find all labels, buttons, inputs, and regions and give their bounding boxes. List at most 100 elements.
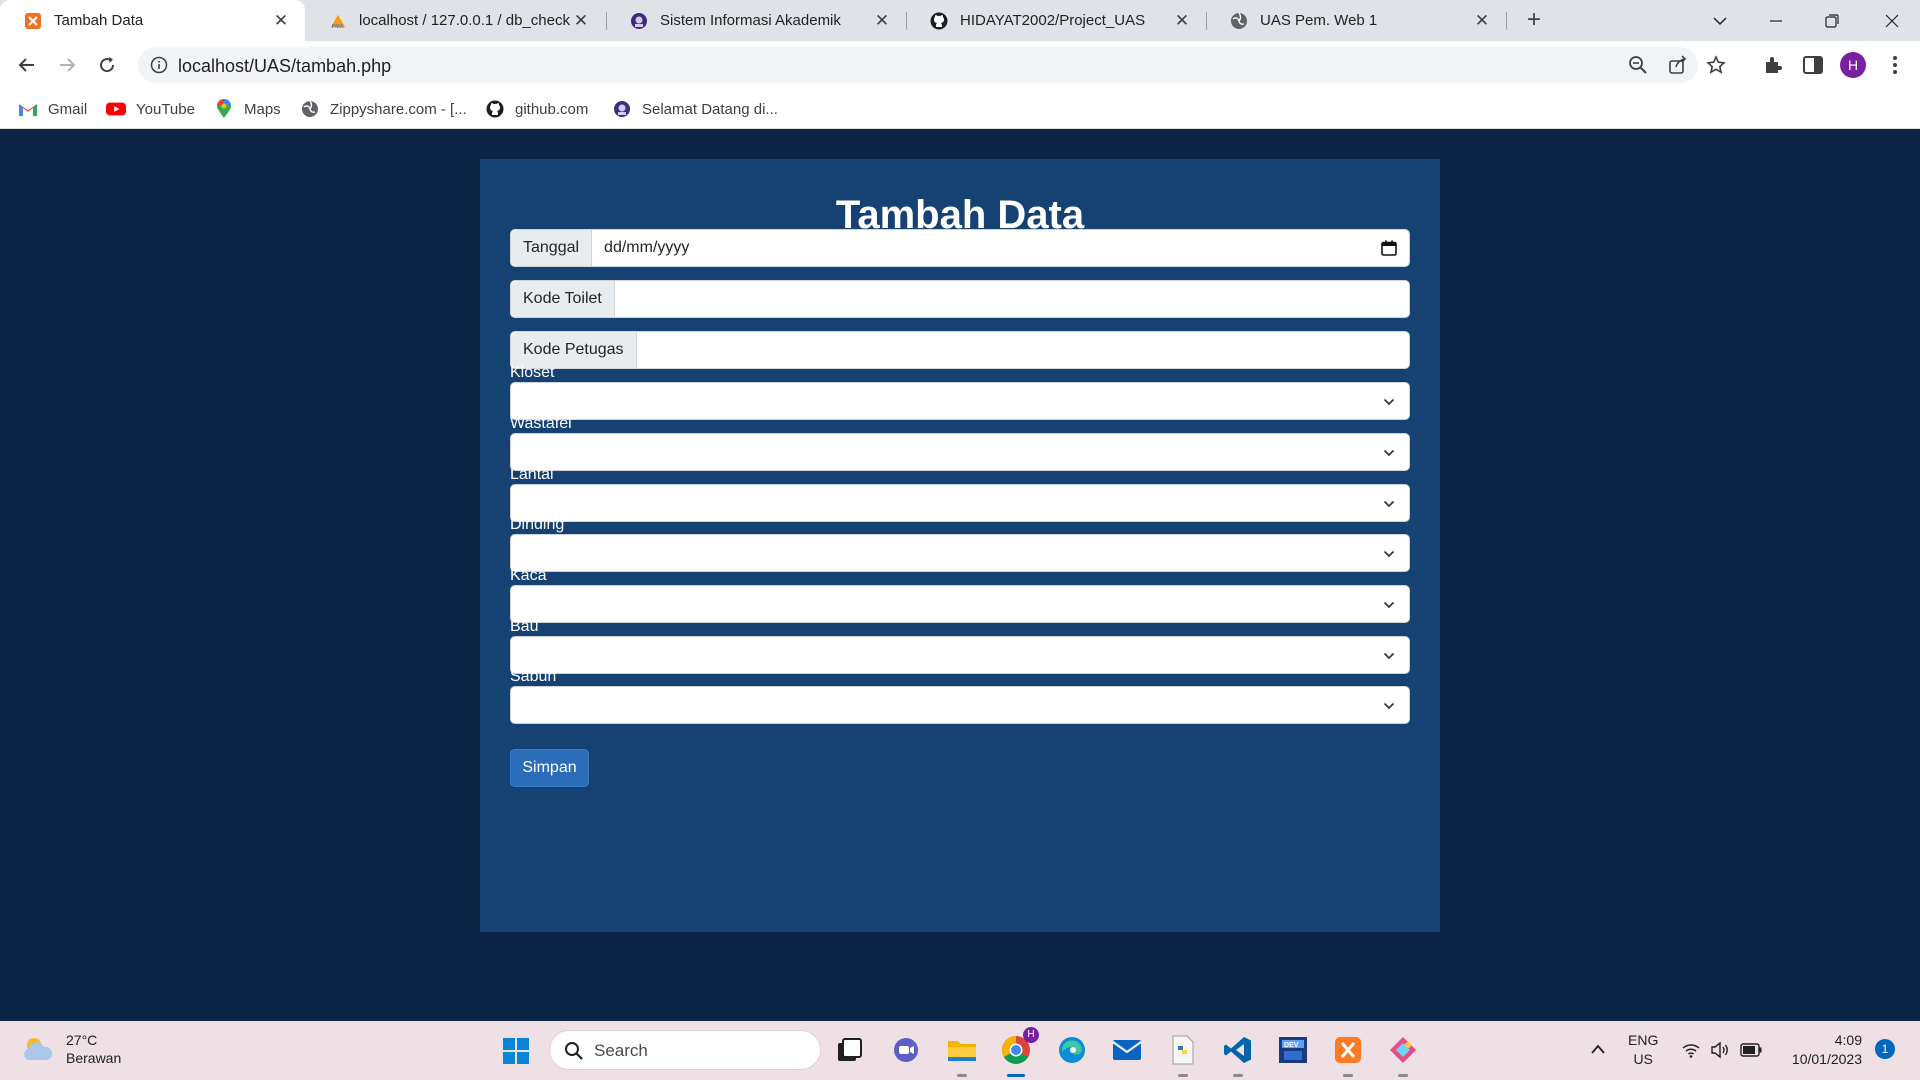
input-language[interactable]: ENG US bbox=[1628, 1031, 1658, 1069]
bookmark-selamat-datang[interactable]: Selamat Datang di... bbox=[612, 97, 778, 121]
search-icon bbox=[565, 1042, 583, 1060]
page-body: Tambah Data Tanggal Kode Toilet Kode Pet… bbox=[0, 129, 1920, 1021]
chevron-down-icon bbox=[1383, 449, 1395, 457]
chevron-down-icon bbox=[1713, 16, 1727, 25]
lantai-select[interactable] bbox=[510, 484, 1410, 522]
snipping-tool-button[interactable] bbox=[1386, 1033, 1420, 1077]
github-icon bbox=[485, 99, 505, 119]
chevron-down-icon bbox=[1383, 500, 1395, 508]
notification-badge[interactable]: 1 bbox=[1875, 1039, 1895, 1059]
close-tab-icon[interactable]: ✕ bbox=[571, 11, 591, 31]
menu-kebab-icon[interactable] bbox=[1884, 54, 1906, 76]
search-label: Search bbox=[594, 1041, 648, 1060]
close-tab-icon[interactable]: ✕ bbox=[271, 11, 291, 31]
side-panel-icon[interactable] bbox=[1802, 54, 1824, 76]
extensions-icon[interactable] bbox=[1762, 54, 1784, 76]
kaca-select[interactable] bbox=[510, 585, 1410, 623]
kloset-select[interactable] bbox=[510, 382, 1410, 420]
chrome-button[interactable]: H bbox=[999, 1027, 1039, 1077]
address-bar[interactable]: localhost/UAS/tambah.php bbox=[138, 47, 1726, 83]
svg-text:PMA: PMA bbox=[332, 24, 344, 30]
clock[interactable]: 4:09 10/01/2023 bbox=[1780, 1031, 1862, 1069]
info-icon[interactable] bbox=[150, 56, 168, 74]
share-icon[interactable] bbox=[1668, 55, 1688, 75]
tab-label: Sistem Informasi Akademik bbox=[660, 12, 841, 29]
minimize-button[interactable] bbox=[1748, 0, 1804, 41]
mail-icon bbox=[1112, 1040, 1142, 1060]
language-region: US bbox=[1633, 1051, 1653, 1067]
clock-date: 10/01/2023 bbox=[1791, 1051, 1862, 1067]
close-tab-icon[interactable]: ✕ bbox=[1172, 11, 1192, 31]
weather-widget[interactable]: 27°C Berawan bbox=[20, 1031, 121, 1067]
tab-tambah-data[interactable]: Tambah Data ✕ bbox=[0, 0, 305, 41]
kode-toilet-input[interactable] bbox=[614, 281, 1409, 317]
battery-icon[interactable] bbox=[1740, 1043, 1762, 1057]
tab-search-button[interactable] bbox=[1692, 0, 1748, 41]
python-file-icon bbox=[1172, 1035, 1194, 1065]
dinding-select[interactable] bbox=[510, 534, 1410, 572]
devcpp-icon: DEV bbox=[1279, 1037, 1307, 1063]
bookmark-github[interactable]: github.com bbox=[485, 97, 588, 121]
star-icon[interactable] bbox=[1706, 55, 1726, 75]
tanggal-label: Tanggal bbox=[511, 230, 593, 266]
globe-icon bbox=[1230, 12, 1248, 30]
forward-button[interactable] bbox=[52, 50, 82, 80]
calendar-icon[interactable] bbox=[1381, 240, 1397, 256]
close-tab-icon[interactable]: ✕ bbox=[1472, 11, 1492, 31]
close-tab-icon[interactable]: ✕ bbox=[872, 11, 892, 31]
file-explorer-button[interactable] bbox=[945, 1033, 979, 1077]
reload-button[interactable] bbox=[92, 50, 122, 80]
mail-button[interactable] bbox=[1110, 1033, 1144, 1067]
wastafel-select[interactable] bbox=[510, 433, 1410, 471]
tab-github[interactable]: HIDAYAT2002/Project_UAS ✕ bbox=[906, 0, 1206, 41]
python-app-button[interactable] bbox=[1166, 1033, 1200, 1077]
teams-chat-button[interactable] bbox=[889, 1033, 923, 1067]
close-window-button[interactable] bbox=[1864, 0, 1920, 41]
weather-desc: Berawan bbox=[66, 1050, 122, 1066]
kode-petugas-input[interactable] bbox=[636, 332, 1409, 368]
new-tab-button[interactable]: + bbox=[1520, 6, 1548, 34]
xampp-button[interactable] bbox=[1331, 1033, 1365, 1077]
tanggal-input[interactable] bbox=[592, 230, 1409, 266]
task-view-icon bbox=[838, 1038, 862, 1061]
tanggal-group: Tanggal bbox=[510, 229, 1410, 267]
back-button[interactable] bbox=[12, 50, 42, 80]
url-text[interactable]: localhost/UAS/tambah.php bbox=[178, 56, 391, 77]
tab-phpmyadmin[interactable]: PMA localhost / 127.0.0.1 / db_checklis … bbox=[305, 0, 605, 41]
windows-start-icon[interactable] bbox=[502, 1037, 530, 1065]
reload-icon bbox=[100, 57, 115, 73]
browser-toolbar: localhost/UAS/tambah.php H bbox=[0, 41, 1920, 89]
wifi-icon[interactable] bbox=[1682, 1042, 1700, 1058]
edge-button[interactable] bbox=[1055, 1033, 1089, 1067]
bookmark-maps[interactable]: Maps bbox=[214, 97, 281, 121]
vscode-button[interactable] bbox=[1221, 1033, 1255, 1077]
chevron-up-icon[interactable] bbox=[1590, 1043, 1606, 1055]
bau-select[interactable] bbox=[510, 636, 1410, 674]
windows-taskbar: 27°C Berawan Search H DEV ENG US 4:09 10… bbox=[0, 1021, 1920, 1080]
profile-avatar[interactable]: H bbox=[1840, 52, 1866, 78]
teams-icon bbox=[894, 1038, 918, 1062]
sabun-select[interactable] bbox=[510, 686, 1410, 724]
dinding-label: Dinding bbox=[510, 516, 565, 533]
tab-uas-pem-web[interactable]: UAS Pem. Web 1 ✕ bbox=[1206, 0, 1506, 41]
chrome-profile-badge: H bbox=[1023, 1027, 1039, 1043]
tab-sistem-informasi[interactable]: Sistem Informasi Akademik ✕ bbox=[606, 0, 906, 41]
running-indicator bbox=[1233, 1074, 1243, 1077]
task-view-button[interactable] bbox=[833, 1033, 867, 1067]
running-indicator bbox=[1343, 1074, 1353, 1077]
simpan-button[interactable]: Simpan bbox=[510, 749, 589, 787]
zoom-icon[interactable] bbox=[1628, 55, 1648, 75]
tab-separator bbox=[1506, 12, 1507, 30]
bookmark-zippyshare[interactable]: Zippyshare.com - [... bbox=[300, 97, 467, 121]
volume-icon[interactable] bbox=[1710, 1041, 1730, 1059]
bookmark-gmail[interactable]: Gmail bbox=[18, 97, 87, 121]
gmail-icon bbox=[18, 99, 38, 119]
taskbar-search[interactable]: Search bbox=[549, 1030, 821, 1070]
bookmark-youtube[interactable]: YouTube bbox=[106, 97, 195, 121]
restore-button[interactable] bbox=[1804, 0, 1860, 41]
bookmark-label: Zippyshare.com - [... bbox=[330, 100, 467, 118]
close-icon bbox=[1885, 14, 1899, 27]
devcpp-button[interactable]: DEV bbox=[1276, 1033, 1310, 1067]
tab-label: HIDAYAT2002/Project_UAS bbox=[960, 12, 1146, 29]
svg-text:DEV: DEV bbox=[1284, 1042, 1299, 1049]
